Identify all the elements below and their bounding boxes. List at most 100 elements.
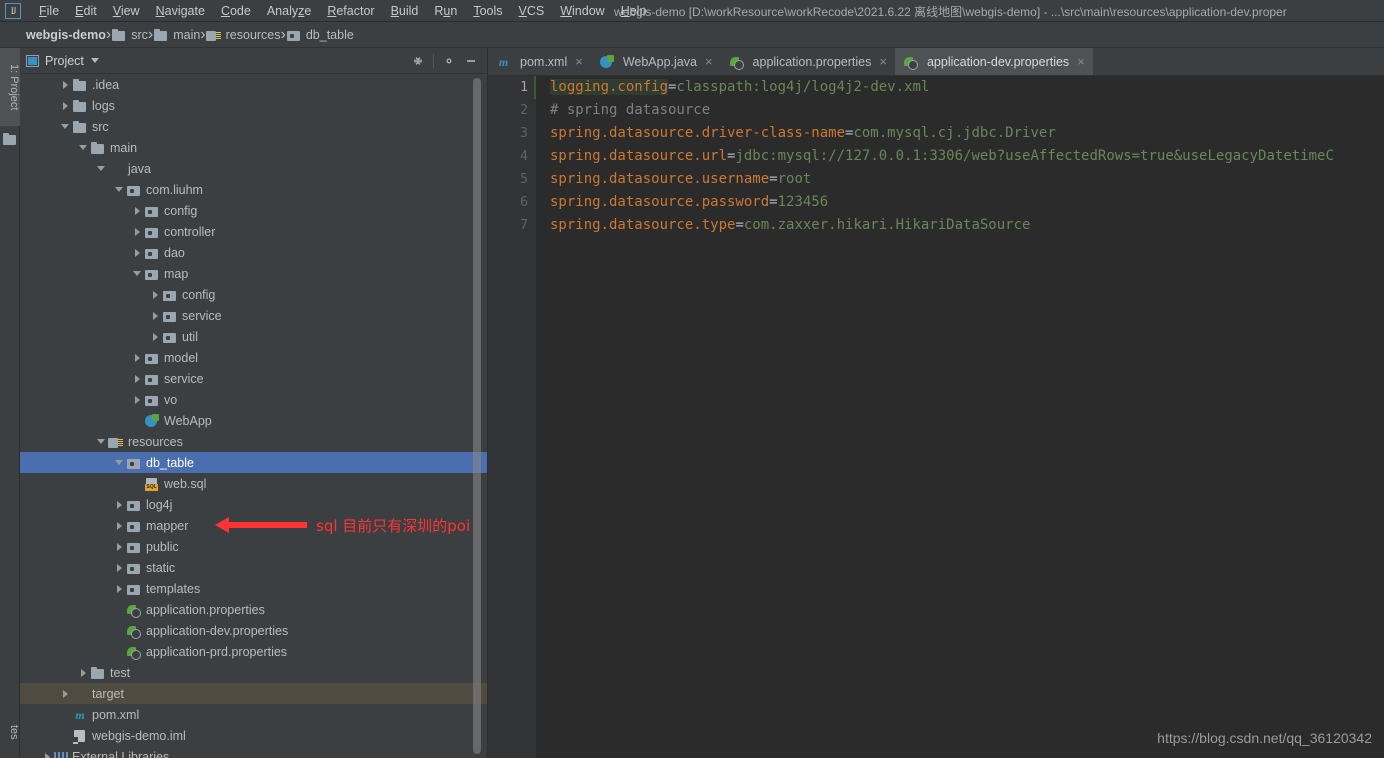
editor-tab-webapp-java[interactable]: WebApp.java ×	[591, 48, 721, 75]
tool-window-button-favorites[interactable]: tes	[0, 712, 20, 752]
chevron-right-icon[interactable]	[78, 667, 90, 679]
chevron-down-icon[interactable]	[60, 121, 72, 133]
tree-node-db_table[interactable]: db_table	[20, 452, 488, 473]
chevron-right-icon[interactable]	[42, 751, 54, 758]
tree-node-external-libraries[interactable]: External Libraries	[20, 746, 488, 758]
tree-node-web-sql[interactable]: web.sql	[20, 473, 488, 494]
chevron-right-icon[interactable]	[132, 394, 144, 406]
menu-item-analyze[interactable]: Analyze	[259, 2, 319, 20]
tree-node-util[interactable]: util	[20, 326, 488, 347]
chevron-right-icon[interactable]	[132, 352, 144, 364]
breadcrumb-item-db_table[interactable]: db_table	[286, 28, 354, 42]
breadcrumb-item-webgis-demo[interactable]: webgis-demo	[6, 28, 106, 42]
close-icon[interactable]: ×	[575, 55, 583, 68]
tree-node-config[interactable]: config	[20, 200, 488, 221]
tree-node-webgis-demo-iml[interactable]: webgis-demo.iml	[20, 725, 488, 746]
code-line[interactable]: spring.datasource.password=123456	[536, 191, 1384, 214]
menu-item-refactor[interactable]: Refactor	[319, 2, 382, 20]
editor-text[interactable]: logging.config = classpath:log4j/log4j2-de…	[536, 76, 1384, 758]
chevron-down-icon[interactable]	[78, 142, 90, 154]
chevron-right-icon[interactable]	[60, 100, 72, 112]
tree-node-java[interactable]: java	[20, 158, 488, 179]
chevron-down-icon[interactable]	[114, 184, 126, 196]
menu-item-vcs[interactable]: VCS	[511, 2, 553, 20]
chevron-right-icon[interactable]	[114, 499, 126, 511]
chevron-right-icon[interactable]	[150, 331, 162, 343]
editor-code-area[interactable]: 1234567 logging.config=classpath:log4j/l…	[488, 76, 1384, 758]
close-icon[interactable]: ×	[879, 55, 887, 68]
project-tree[interactable]: .idea logs src main java com.liuhm config contr…	[20, 74, 488, 758]
chevron-right-icon[interactable]	[132, 205, 144, 217]
tree-node-templates[interactable]: templates	[20, 578, 488, 599]
tree-node-map[interactable]: map	[20, 263, 488, 284]
code-line[interactable]: logging.config=classpath:log4j/log4j2-de…	[536, 76, 1384, 99]
tree-node--idea[interactable]: .idea	[20, 74, 488, 95]
tree-node-test[interactable]: test	[20, 662, 488, 683]
chevron-down-icon[interactable]	[114, 457, 126, 469]
tree-node-log4j[interactable]: log4j	[20, 494, 488, 515]
chevron-right-icon[interactable]	[60, 79, 72, 91]
breadcrumb-item-main[interactable]: main	[153, 28, 200, 42]
breadcrumb-item-resources[interactable]: resources	[205, 28, 281, 42]
tree-node-dao[interactable]: dao	[20, 242, 488, 263]
collapse-all-icon[interactable]	[407, 51, 429, 71]
close-icon[interactable]: ×	[1077, 55, 1085, 68]
menu-item-file[interactable]: File	[31, 2, 67, 20]
tree-node-application-prd-properties[interactable]: application-prd.properties	[20, 641, 488, 662]
minimize-icon[interactable]	[460, 51, 482, 71]
tree-node-service[interactable]: service	[20, 368, 488, 389]
chevron-right-icon[interactable]	[132, 247, 144, 259]
tree-node-application-dev-properties[interactable]: application-dev.properties	[20, 620, 488, 641]
tree-node-controller[interactable]: controller	[20, 221, 488, 242]
tree-node-public[interactable]: public	[20, 536, 488, 557]
tree-node-service[interactable]: service	[20, 305, 488, 326]
menu-item-edit[interactable]: Edit	[67, 2, 105, 20]
project-tree-scrollbar[interactable]	[473, 78, 481, 754]
menu-item-build[interactable]: Build	[383, 2, 427, 20]
tree-node-resources[interactable]: resources	[20, 431, 488, 452]
menu-item-tools[interactable]: Tools	[465, 2, 510, 20]
tree-node-webapp[interactable]: WebApp	[20, 410, 488, 431]
tree-node-model[interactable]: model	[20, 347, 488, 368]
editor-tab-application-dev-properties[interactable]: application-dev.properties ×	[894, 48, 1093, 75]
breadcrumb-item-src[interactable]: src	[111, 28, 148, 42]
gear-icon[interactable]	[438, 51, 460, 71]
chevron-down-icon[interactable]	[132, 268, 144, 280]
editor-tab-pom-xml[interactable]: m pom.xml ×	[488, 48, 591, 75]
menu-item-run[interactable]: Run	[426, 2, 465, 20]
chevron-right-icon[interactable]	[150, 310, 162, 322]
chevron-down-icon[interactable]	[96, 163, 108, 175]
chevron-right-icon[interactable]	[132, 373, 144, 385]
chevron-right-icon[interactable]	[150, 289, 162, 301]
tree-node-static[interactable]: static	[20, 557, 488, 578]
tree-node-com-liuhm[interactable]: com.liuhm	[20, 179, 488, 200]
tree-node-config[interactable]: config	[20, 284, 488, 305]
tree-node-logs[interactable]: logs	[20, 95, 488, 116]
tree-node-application-properties[interactable]: application.properties	[20, 599, 488, 620]
tree-node-src[interactable]: src	[20, 116, 488, 137]
tree-node-vo[interactable]: vo	[20, 389, 488, 410]
code-line[interactable]: # spring datasource	[536, 99, 1384, 122]
menu-item-code[interactable]: Code	[213, 2, 259, 20]
chevron-right-icon[interactable]	[60, 688, 72, 700]
chevron-right-icon[interactable]	[114, 541, 126, 553]
code-line[interactable]: spring.datasource.url=jdbc:mysql://127.0…	[536, 145, 1384, 168]
editor-tab-application-properties[interactable]: application.properties ×	[721, 48, 895, 75]
chevron-down-icon[interactable]	[90, 58, 99, 63]
chevron-right-icon[interactable]	[114, 583, 126, 595]
tree-node-pom-xml[interactable]: m pom.xml	[20, 704, 488, 725]
tree-node-target[interactable]: target	[20, 683, 488, 704]
code-line[interactable]: spring.datasource.username=root	[536, 168, 1384, 191]
tool-window-button-project[interactable]: 1: Project	[0, 48, 20, 126]
code-line[interactable]: spring.datasource.driver-class-name=com.…	[536, 122, 1384, 145]
close-icon[interactable]: ×	[705, 55, 713, 68]
chevron-down-icon[interactable]	[96, 436, 108, 448]
menu-item-view[interactable]: View	[105, 2, 148, 20]
menu-item-window[interactable]: Window	[552, 2, 612, 20]
chevron-right-icon[interactable]	[114, 562, 126, 574]
code-line[interactable]: spring.datasource.type=com.zaxxer.hikari…	[536, 214, 1384, 237]
chevron-right-icon[interactable]	[114, 520, 126, 532]
tree-node-main[interactable]: main	[20, 137, 488, 158]
chevron-right-icon[interactable]	[132, 226, 144, 238]
menu-item-navigate[interactable]: Navigate	[148, 2, 213, 20]
